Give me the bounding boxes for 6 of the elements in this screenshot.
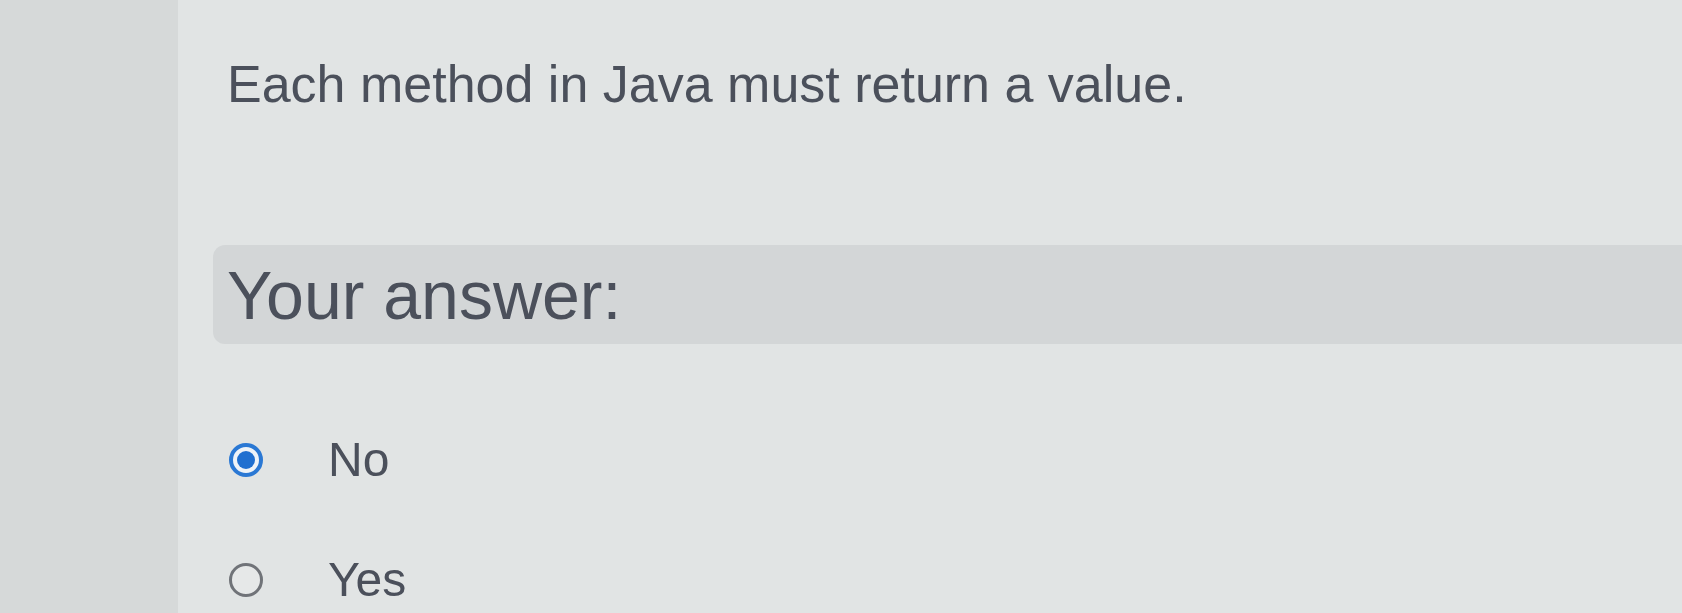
option-label[interactable]: No	[328, 436, 390, 484]
answer-heading: Your answer:	[227, 260, 622, 329]
question-text: Each method in Java must return a value.	[227, 58, 1188, 110]
radio-button[interactable]	[229, 443, 263, 477]
radio-button[interactable]	[229, 563, 263, 597]
option-label[interactable]: Yes	[328, 556, 407, 604]
